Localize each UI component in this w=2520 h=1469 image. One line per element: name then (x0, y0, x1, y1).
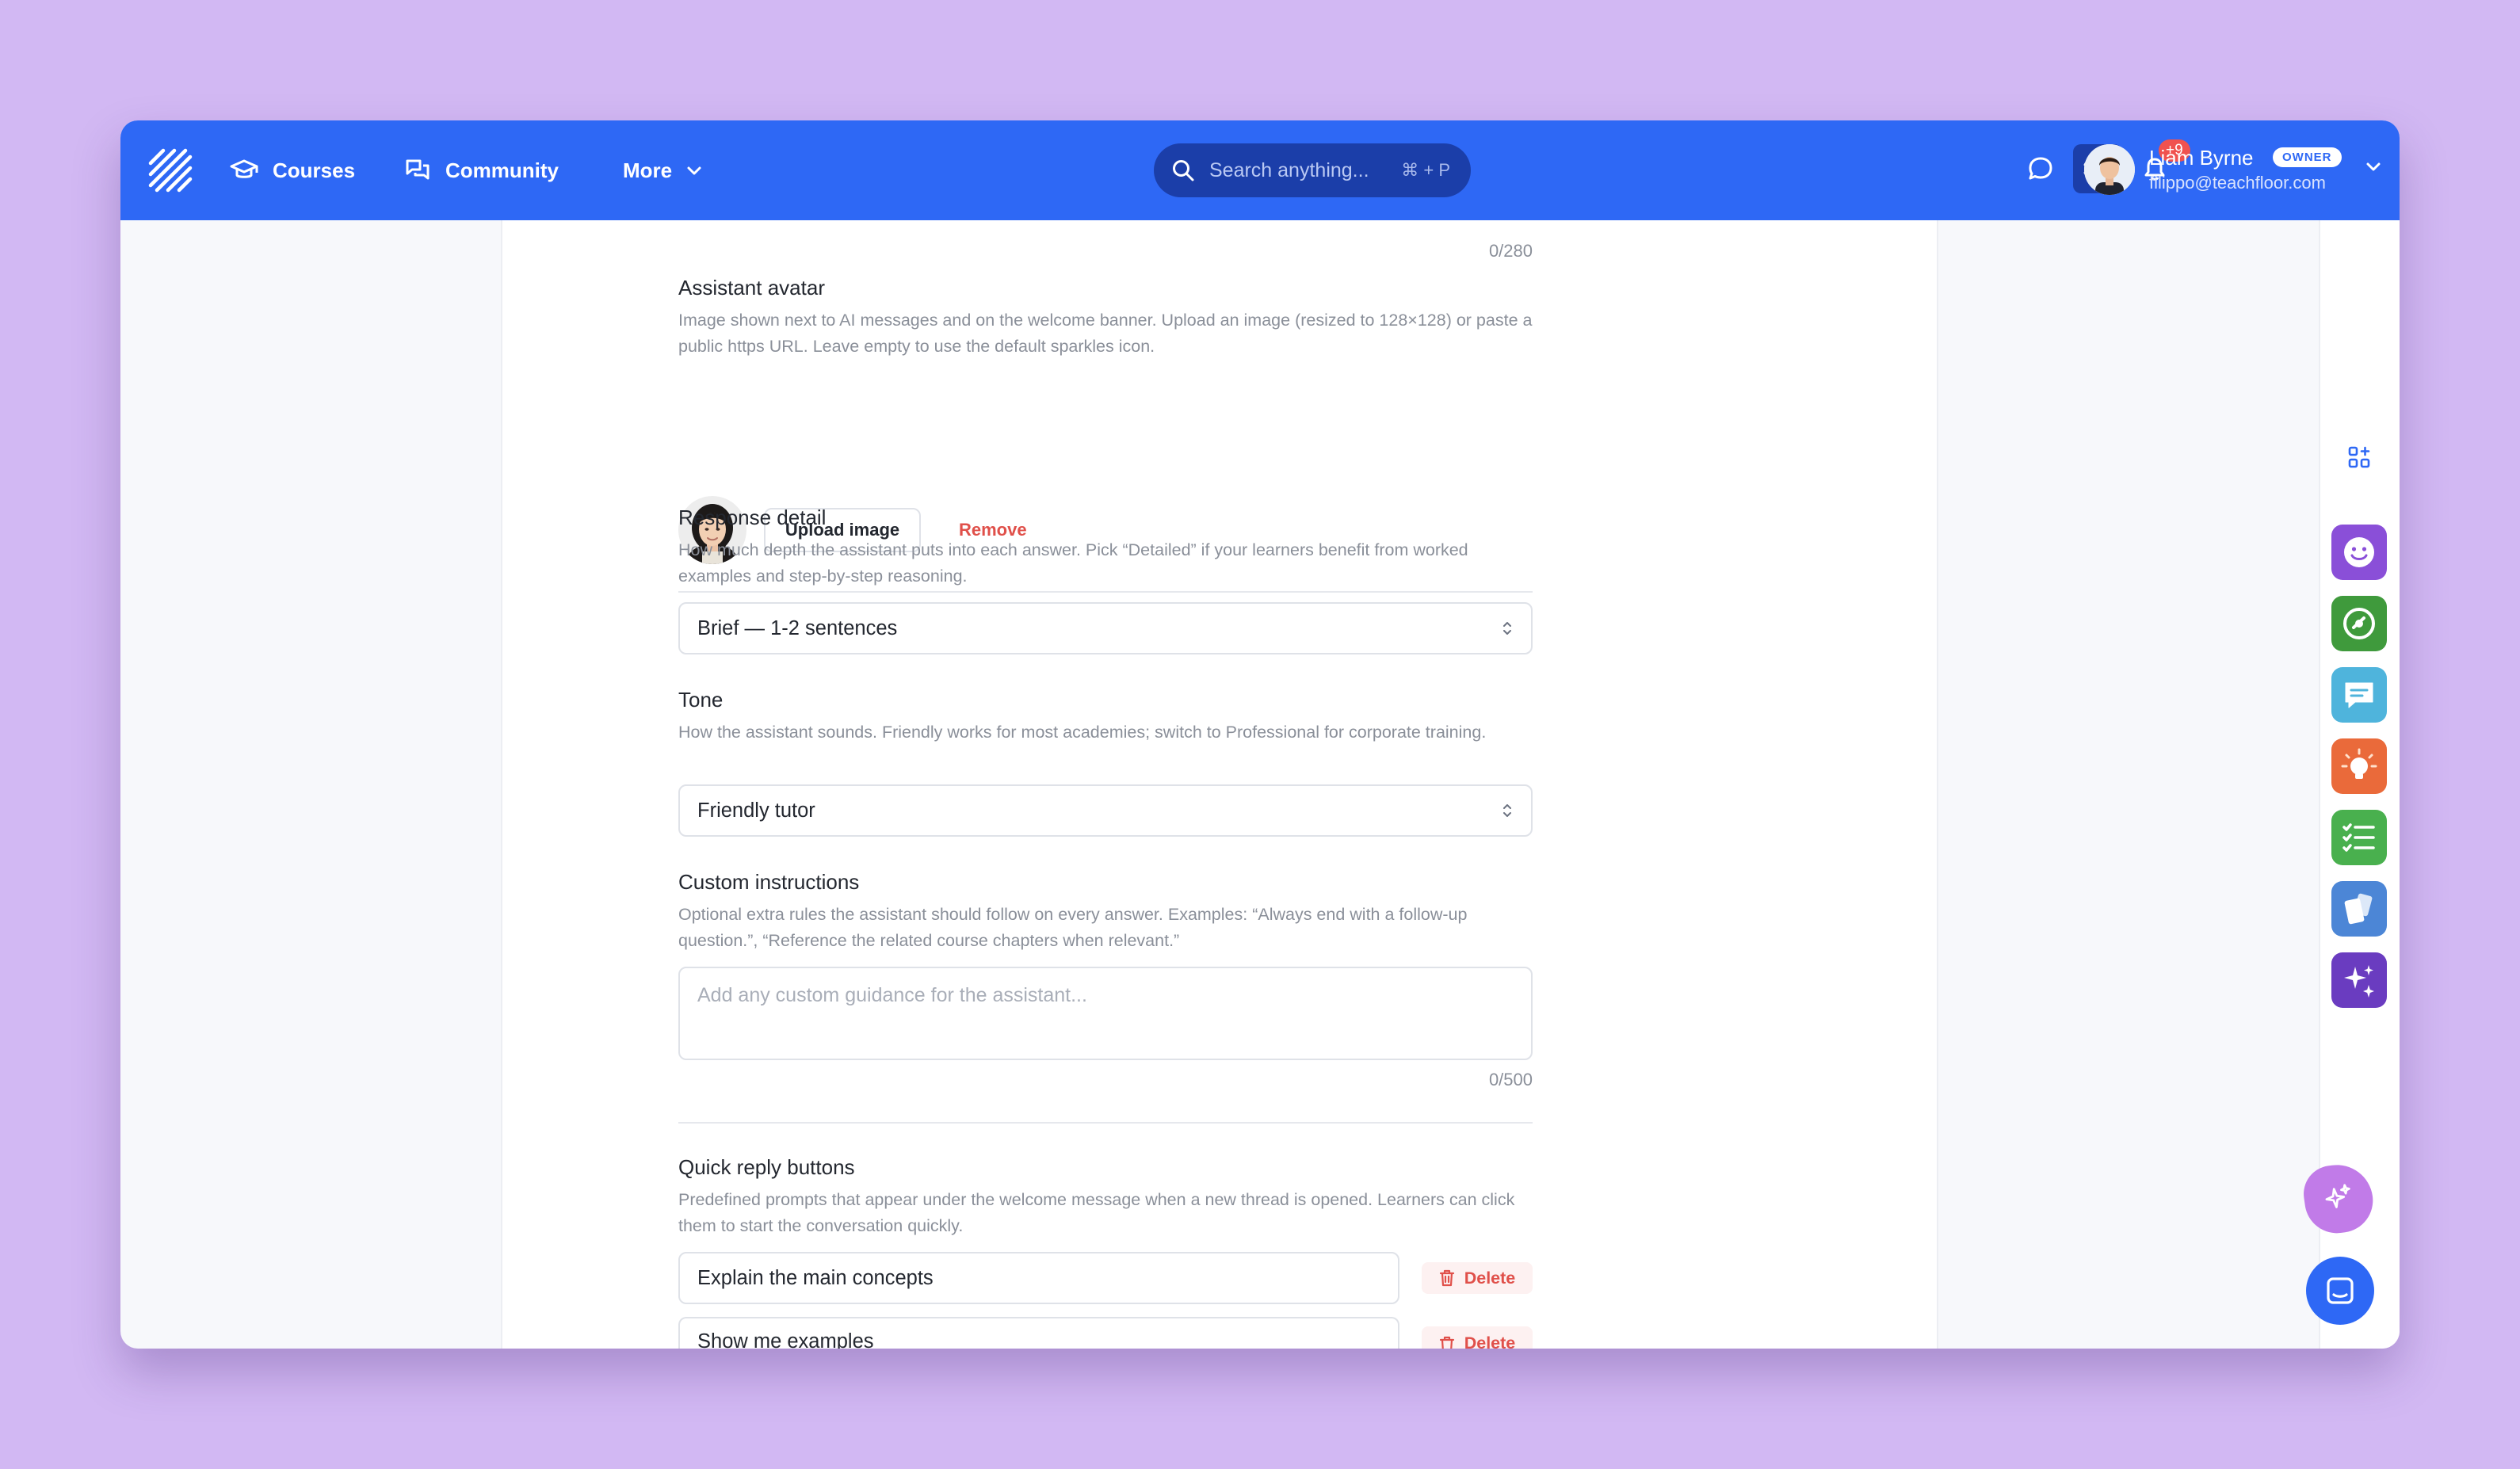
nav-community-label: Community (445, 158, 559, 182)
tone-value: Friendly tutor (697, 799, 815, 822)
custom-instructions-label: Custom instructions (678, 870, 860, 894)
quick-reply-delete-button[interactable]: Delete (1422, 1326, 1533, 1349)
quick-reply-text: Show me examples (697, 1330, 874, 1349)
checklist-icon (2342, 823, 2375, 852)
quick-reply-delete-button[interactable]: Delete (1422, 1262, 1533, 1294)
chat-window-icon (2327, 1277, 2354, 1304)
rail-app-lightbulb[interactable] (2331, 738, 2387, 794)
response-detail-value: Brief — 1-2 sentences (697, 616, 898, 639)
apps-grid-button[interactable] (2333, 431, 2385, 483)
nav-more[interactable]: More (623, 144, 702, 197)
user-email: filippo@teachfloor.com (2149, 173, 2326, 193)
quick-reply-input[interactable]: Explain the main concepts (678, 1252, 1399, 1304)
community-chat-icon (406, 159, 430, 180)
nav-courses[interactable]: Courses (230, 144, 355, 197)
chevron-down-icon (687, 166, 701, 175)
nav-courses-label: Courses (273, 158, 356, 182)
apps-grid-icon (2348, 446, 2370, 468)
quick-replies-label: Quick reply buttons (678, 1155, 855, 1179)
nav-community[interactable]: Community (404, 144, 559, 197)
rail-app-cards[interactable] (2331, 881, 2387, 937)
sparkles-icon (2344, 965, 2374, 998)
custom-instructions-placeholder: Add any custom guidance for the assistan… (697, 984, 1087, 1006)
select-arrows-icon (1503, 622, 1511, 635)
quick-replies-description: Predefined prompts that appear under the… (678, 1190, 1515, 1235)
rail-app-gauge[interactable] (2331, 596, 2387, 651)
top-bar: Courses Community More Search anything..… (120, 120, 2400, 220)
quick-reply-text: Explain the main concepts (697, 1266, 934, 1289)
trash-icon (1439, 1336, 1454, 1349)
section-divider (678, 591, 1533, 593)
sparkles-icon (2325, 1184, 2350, 1208)
rail-app-chat[interactable] (2331, 667, 2387, 723)
support-chat-button[interactable] (2306, 1257, 2374, 1325)
select-arrows-icon (1503, 804, 1511, 817)
gauge-icon (2343, 608, 2375, 639)
app-window: Courses Community More Search anything..… (120, 120, 2400, 1349)
response-detail-select[interactable]: Brief — 1-2 sentences (678, 602, 1533, 654)
user-menu-chevron-icon[interactable] (2365, 160, 2382, 173)
graduation-cap-icon (230, 159, 258, 178)
lightbulb-icon (2341, 748, 2377, 779)
quick-reply-delete-label: Delete (1464, 1268, 1516, 1288)
custom-instructions-counter: 0/500 (1488, 1070, 1533, 1089)
rail-app-sparkles[interactable] (2331, 952, 2387, 1008)
rail-app-checklist[interactable] (2331, 810, 2387, 865)
search-placeholder: Search anything... (1209, 158, 1369, 181)
avatar-label: Assistant avatar (678, 276, 825, 300)
chat-icon (2345, 682, 2373, 708)
custom-instructions-description: Optional extra rules the assistant shoul… (678, 905, 1468, 950)
welcome-message-counter: 0/280 (1488, 241, 1533, 261)
user-avatar[interactable] (2084, 144, 2135, 195)
quick-reply-input[interactable]: Show me examples (678, 1317, 1399, 1349)
quick-reply-delete-label: Delete (1464, 1334, 1516, 1349)
avatar-description: Image shown next to AI messages and on t… (678, 311, 1533, 356)
user-name: Liam Byrne (2149, 146, 2254, 170)
tone-description: How the assistant sounds. Friendly works… (678, 723, 1487, 742)
tone-select[interactable]: Friendly tutor (678, 784, 1533, 837)
rail-app-smiley[interactable] (2331, 525, 2387, 580)
search-icon (1173, 160, 1194, 181)
smiley-icon (2344, 537, 2374, 567)
search-input[interactable]: Search anything... ⌘ + P (1154, 143, 1471, 197)
nav-more-label: More (623, 158, 673, 182)
section-divider (678, 1122, 1533, 1124)
cards-icon (2344, 893, 2373, 925)
response-detail-label: Response detail (678, 506, 827, 529)
role-badge: OWNER (2273, 147, 2342, 167)
trash-icon (1439, 1269, 1454, 1287)
logo-icon[interactable] (147, 147, 193, 193)
message-bubble-icon (2029, 157, 2052, 180)
tone-label: Tone (678, 688, 724, 712)
custom-instructions-textarea[interactable]: Add any custom guidance for the assistan… (678, 967, 1533, 1060)
search-shortcut: ⌘ + P (1401, 160, 1450, 180)
response-detail-description: How much depth the assistant puts into e… (678, 540, 1468, 586)
messages-button[interactable] (2016, 144, 2065, 193)
